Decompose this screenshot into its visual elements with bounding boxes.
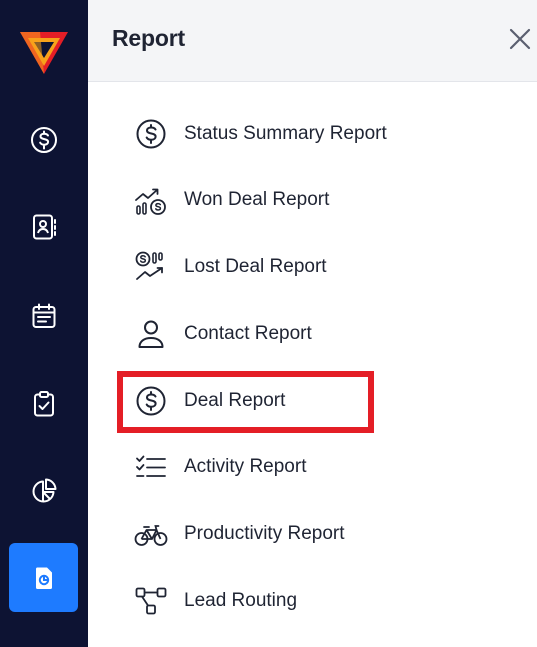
trend-up-coins-icon bbox=[135, 188, 166, 215]
menu-item-contact-report[interactable]: Contact Report bbox=[134, 314, 494, 354]
calendar-icon bbox=[32, 303, 55, 328]
clipboard-check-icon bbox=[33, 390, 54, 416]
menu-item-label: Deal Report bbox=[184, 390, 286, 411]
menu-item-lead-routing[interactable]: Lead Routing bbox=[134, 581, 494, 621]
sidebar-rail bbox=[0, 0, 88, 647]
menu-item-label: Productivity Report bbox=[184, 523, 345, 544]
checklist-icon bbox=[136, 455, 166, 477]
dollar-circle-icon bbox=[136, 386, 166, 416]
menu-item-productivity-report[interactable]: Productivity Report bbox=[134, 514, 494, 554]
panel-header: Report bbox=[88, 0, 537, 82]
menu-item-deal-report[interactable]: Deal Report bbox=[134, 381, 494, 421]
menu-item-label: Contact Report bbox=[184, 323, 312, 344]
panel-title: Report bbox=[112, 25, 185, 51]
close-icon bbox=[509, 28, 531, 50]
rail-item-reports[interactable] bbox=[9, 543, 78, 612]
menu-item-label: Lost Deal Report bbox=[184, 256, 327, 277]
rail-item-deals[interactable] bbox=[9, 105, 78, 174]
menu-item-label: Activity Report bbox=[184, 456, 307, 477]
menu-item-label: Won Deal Report bbox=[184, 189, 330, 210]
rail-item-analytics[interactable] bbox=[9, 456, 78, 525]
report-file-icon bbox=[35, 567, 52, 589]
close-button[interactable] bbox=[507, 26, 533, 52]
contacts-book-icon bbox=[32, 214, 56, 239]
menu-item-label: Lead Routing bbox=[184, 590, 298, 611]
dollar-circle-icon bbox=[136, 119, 166, 149]
routing-icon bbox=[135, 587, 167, 615]
menu-item-lost-deal-report[interactable]: Lost Deal Report bbox=[134, 247, 494, 287]
pie-chart-icon bbox=[32, 478, 56, 502]
menu-item-status-summary-report[interactable]: Status Summary Report bbox=[134, 114, 494, 154]
menu-item-won-deal-report[interactable]: Won Deal Report bbox=[134, 180, 494, 220]
brand-logo[interactable] bbox=[18, 28, 70, 76]
dollar-circle-icon bbox=[30, 126, 57, 153]
menu-item-activity-report[interactable]: Activity Report bbox=[134, 447, 494, 487]
bicycle-icon bbox=[134, 525, 168, 546]
person-icon bbox=[138, 320, 164, 348]
rail-item-contacts[interactable] bbox=[9, 192, 78, 261]
rail-item-calendar[interactable] bbox=[9, 281, 78, 350]
menu-item-label: Status Summary Report bbox=[184, 123, 387, 144]
rail-item-tasks[interactable] bbox=[9, 369, 78, 438]
trend-down-coins-icon bbox=[135, 251, 163, 280]
